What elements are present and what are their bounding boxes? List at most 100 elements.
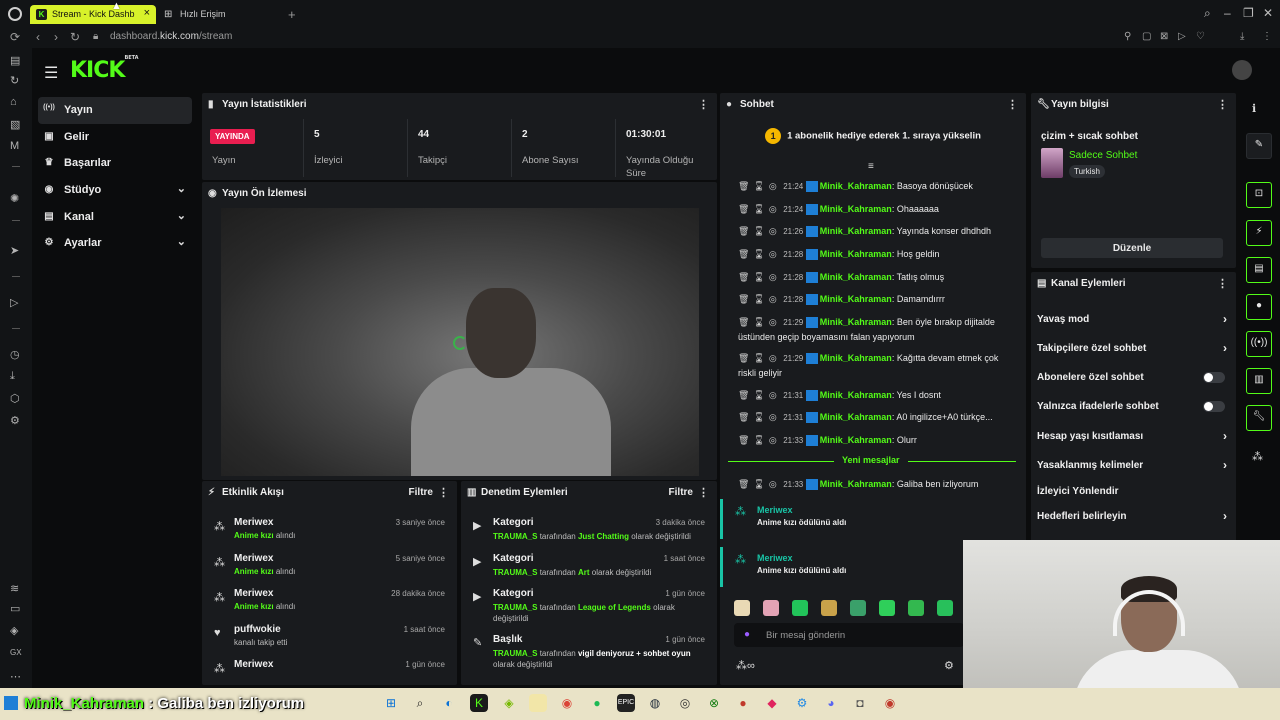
more-options-icon[interactable]: ⋮ xyxy=(1007,98,1018,111)
search-icon[interactable]: ⌕ xyxy=(1204,6,1211,21)
nav-item-yayin[interactable]: ((•)) Yayın xyxy=(38,97,192,124)
extensions-icon[interactable]: ⬡ xyxy=(10,392,20,405)
gx-icon[interactable]: GX xyxy=(10,648,22,657)
chat-user[interactable]: Minik_Kahraman xyxy=(820,249,892,259)
chat-user[interactable]: Minik_Kahraman xyxy=(820,226,892,236)
chat-message[interactable]: 🗑︎⌛︎◎ 21:29 Minik_Kahraman: Ben öyle bır… xyxy=(738,315,1014,344)
chat-user[interactable]: Minik_Kahraman xyxy=(820,204,892,214)
reward-redemption[interactable]: ⁂ Meriwex Anime kızı ödülünü aldı xyxy=(720,547,960,587)
cpu-icon[interactable]: ◈ xyxy=(10,624,18,637)
heart-icon[interactable]: ♡ xyxy=(1196,31,1205,42)
more-options-icon[interactable]: ⋮ xyxy=(698,486,709,499)
subscribers-only-toggle[interactable] xyxy=(1203,372,1225,383)
player-icon[interactable]: ▷ xyxy=(10,296,18,309)
chat-user[interactable]: Minik_Kahraman xyxy=(820,272,892,282)
chat-message[interactable]: 🗑︎⌛︎◎ 21:31 Minik_Kahraman: A0 ingilizce… xyxy=(738,410,1014,425)
more-icon[interactable]: ⋮ xyxy=(1262,31,1272,42)
info-icon[interactable]: ℹ xyxy=(1252,102,1256,115)
nav-item-basarilar[interactable]: ♛ Başarılar xyxy=(38,150,192,177)
moderation-item[interactable]: ▶︎ Kategori TRAUMA_S tarafından Art olar… xyxy=(469,551,709,585)
rewards-tool-icon[interactable]: ⁂ xyxy=(1252,450,1263,463)
epic-games-icon[interactable]: EPIC xyxy=(617,694,635,712)
more-options-icon[interactable]: ⋮ xyxy=(1217,277,1228,290)
mod-tools[interactable]: 🗑︎⌛︎◎ xyxy=(738,353,781,363)
avatar[interactable] xyxy=(1232,60,1252,80)
browser-tab-quick-access[interactable]: ⊞ Hızlı Erişim xyxy=(164,9,226,20)
chat-message[interactable]: 🗑︎⌛︎◎ 21:33 Minik_Kahraman: Galiba ben i… xyxy=(738,477,1014,492)
chrome-icon[interactable]: ◉ xyxy=(558,694,576,712)
xbox-icon[interactable]: ⊗ xyxy=(705,694,723,712)
windows-start-icon[interactable]: ⊞ xyxy=(382,694,400,712)
more-options-icon[interactable]: ⋮ xyxy=(698,98,709,111)
maximize-icon[interactable]: ❐ xyxy=(1243,6,1254,20)
nav-item-kanal[interactable]: ▤ Kanal ⌄ xyxy=(38,204,192,231)
nav-item-ayarlar[interactable]: ⚙ Ayarlar ⌄ xyxy=(38,230,192,257)
action-slow-mode[interactable]: Yavaş mod › xyxy=(1037,312,1227,326)
wrench-tool-button[interactable]: 🔧︎ xyxy=(1246,405,1272,431)
chat-message[interactable]: 🗑︎⌛︎◎ 21:28 Minik_Kahraman: Damamdırrr xyxy=(738,292,1014,307)
action-emotes-only[interactable]: Yalnızca ifadelerle sohbet xyxy=(1037,401,1227,412)
steam-icon[interactable]: ◍ xyxy=(646,694,664,712)
channel-tool-button[interactable]: ▥ xyxy=(1246,368,1272,394)
chat-user[interactable]: Minik_Kahraman xyxy=(820,390,892,400)
chatgpt-icon[interactable]: ✺ xyxy=(10,192,19,205)
settings-icon[interactable]: ⚙ xyxy=(10,414,20,427)
file-explorer-icon[interactable] xyxy=(529,694,547,712)
moderation-tool-button[interactable]: ⊡ xyxy=(1246,182,1272,208)
activity-item[interactable]: ⁂ Meriwex Anime kızı alındı 3 saniye önc… xyxy=(210,515,449,551)
edge-icon[interactable]: ◐ xyxy=(440,694,458,712)
action-banned-words[interactable]: Yasaklanmış kelimeler › xyxy=(1037,458,1227,472)
more-options-icon[interactable]: ⋮ xyxy=(438,486,449,499)
mod-tools[interactable]: 🗑︎⌛︎◎ xyxy=(738,181,781,191)
mod-tools[interactable]: 🗑︎⌛︎◎ xyxy=(738,412,781,422)
more-icon[interactable]: ⋯ xyxy=(10,670,21,683)
more-options-icon[interactable]: ⋮ xyxy=(1217,98,1228,111)
chat-message[interactable]: 🗑︎⌛︎◎ 21:28 Minik_Kahraman: Tatlış olmuş xyxy=(738,270,1014,285)
nav-item-studyo[interactable]: ◉ Stüdyo ⌄ xyxy=(38,177,192,204)
video-player[interactable] xyxy=(221,208,699,476)
notes-tool-button[interactable]: ▤ xyxy=(1246,257,1272,283)
activity-item[interactable]: ⁂ Meriwex 1 gün önce xyxy=(210,657,449,685)
chat-message[interactable]: 🗑︎⌛︎◎ 21:24 Minik_Kahraman: Ohaaaaaa xyxy=(738,202,1014,217)
telegram-icon[interactable]: ➤ xyxy=(10,244,19,257)
forward-icon[interactable]: › xyxy=(54,30,58,44)
flash-tool-button[interactable]: ⚡︎ xyxy=(1246,220,1272,246)
ad-block-icon[interactable]: ⊠ xyxy=(1160,31,1168,42)
category-name[interactable]: Sadece Sohbet xyxy=(1069,150,1137,161)
opera-gx-icon[interactable]: ◉ xyxy=(881,694,899,712)
chat-user[interactable]: Minik_Kahraman xyxy=(820,294,892,304)
chat-user[interactable]: Minik_Kahraman xyxy=(820,317,892,327)
emote-icon[interactable] xyxy=(850,600,866,616)
mod-tools[interactable]: 🗑︎⌛︎◎ xyxy=(738,249,781,259)
activity-item[interactable]: ⁂ Meriwex Anime kızı alındı 28 dakika ön… xyxy=(210,586,449,622)
collapse-icon[interactable]: ≡ xyxy=(868,161,874,172)
app-icon[interactable]: ● xyxy=(734,694,752,712)
chat-user[interactable]: Minik_Kahraman xyxy=(820,353,892,363)
broadcast-tool-button[interactable]: ((•)) xyxy=(1246,331,1272,357)
history-icon[interactable]: ◷ xyxy=(10,348,20,361)
activity-item[interactable]: ♥ puffwokie kanalı takip etti 1 saat önc… xyxy=(210,622,449,658)
moderation-item[interactable]: ✎ Başlık TRAUMA_S tarafından vigil deniy… xyxy=(469,632,709,676)
chat-message[interactable]: 🗑︎⌛︎◎ 21:29 Minik_Kahraman: Kağıtta deva… xyxy=(738,351,1014,380)
snapshot-icon[interactable]: ▢ xyxy=(1142,31,1151,42)
tabs-icon[interactable]: ▧ xyxy=(10,118,20,131)
mod-tools[interactable]: 🗑︎⌛︎◎ xyxy=(738,272,781,282)
chat-message[interactable]: 🗑︎⌛︎◎ 21:24 Minik_Kahraman: Basoya dönüş… xyxy=(738,179,1014,194)
chat-message[interactable]: 🗑︎⌛︎◎ 21:33 Minik_Kahraman: Olurr xyxy=(738,433,1014,448)
edit-tool-button[interactable]: ✎ xyxy=(1246,133,1272,159)
gx-control-icon[interactable]: ▤ xyxy=(10,54,20,67)
emote-icon[interactable] xyxy=(879,600,895,616)
emote-icon[interactable] xyxy=(792,600,808,616)
sync-icon[interactable]: ⟳ xyxy=(10,30,20,44)
emote-icon[interactable] xyxy=(734,600,750,616)
action-set-goals[interactable]: Hedefleri belirleyin › xyxy=(1037,509,1227,523)
app-icon[interactable]: ⚙ xyxy=(793,694,811,712)
chat-message[interactable]: 🗑︎⌛︎◎ 21:26 Minik_Kahraman: Yayında kons… xyxy=(738,224,1014,239)
ram-icon[interactable]: ▭ xyxy=(10,602,20,615)
mod-tools[interactable]: 🗑︎⌛︎◎ xyxy=(738,317,781,327)
mod-tools[interactable]: 🗑︎⌛︎◎ xyxy=(738,390,781,400)
chat-user[interactable]: Minik_Kahraman xyxy=(820,479,892,489)
kick-app-icon[interactable]: K xyxy=(470,694,488,712)
back-icon[interactable]: ‹ xyxy=(36,30,40,44)
minimize-icon[interactable]: – xyxy=(1224,6,1231,20)
